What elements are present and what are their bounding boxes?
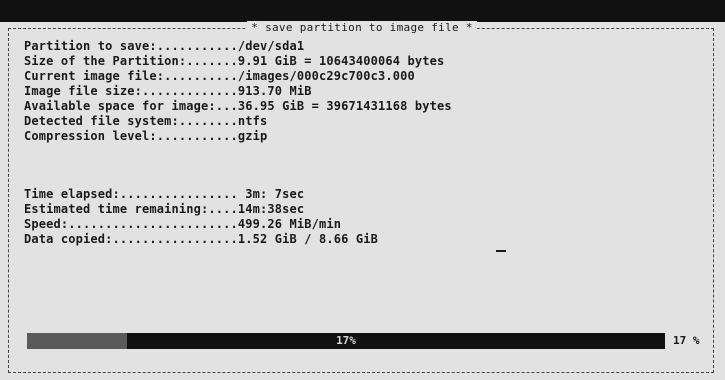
- stat-value: 3m: 7sec: [237, 187, 305, 201]
- info-line-image-file: Current image file:........../images/000…: [24, 69, 452, 84]
- stat-value: 499.26 MiB/min: [237, 217, 342, 231]
- info-value: 913.70 MiB: [237, 84, 312, 98]
- info-value: gzip: [237, 129, 268, 143]
- stat-label: Data copied:.................: [24, 232, 238, 246]
- info-line-file-system: Detected file system:........ntfs: [24, 114, 452, 129]
- info-value: 36.95 GiB = 39671431168 bytes: [237, 99, 452, 113]
- stat-label: Estimated time remaining:....: [24, 202, 238, 216]
- info-value: 9.91 GiB = 10643400064 bytes: [237, 54, 445, 68]
- info-value: /images/000c29c700c3.000: [237, 69, 415, 83]
- info-line-size: Size of the Partition:.......9.91 GiB = …: [24, 54, 452, 69]
- dialog-title-text: * save partition to image file *: [247, 21, 477, 34]
- top-bar: [0, 0, 725, 22]
- info-label: Current image file:..........: [24, 69, 238, 83]
- stat-line-speed: Speed:.......................499.26 MiB/…: [24, 217, 378, 232]
- stat-label: Speed:.......................: [24, 217, 238, 231]
- save-partition-dialog: * save partition to image file * Partiti…: [8, 21, 714, 373]
- progress-percent-text: 17 %: [673, 334, 700, 347]
- info-label: Available space for image:...: [24, 99, 238, 113]
- info-label: Image file size:.............: [24, 84, 238, 98]
- progress-stats-list: Time elapsed:................ 3m: 7sec E…: [24, 187, 378, 247]
- stat-value: 14m:38sec: [237, 202, 305, 216]
- stat-line-data-copied: Data copied:.................1.52 GiB / …: [24, 232, 378, 247]
- stat-label: Time elapsed:................: [24, 187, 238, 201]
- info-line-partition: Partition to save:.........../dev/sda1: [24, 39, 452, 54]
- progress-bar: 17%: [27, 333, 665, 349]
- info-line-available-space: Available space for image:...36.95 GiB =…: [24, 99, 452, 114]
- stat-value: 1.52 GiB / 8.66 GiB: [237, 232, 378, 246]
- stat-line-time-remaining: Estimated time remaining:....14m:38sec: [24, 202, 378, 217]
- info-value: /dev/sda1: [237, 39, 305, 53]
- info-value: ntfs: [237, 114, 268, 128]
- info-line-compression: Compression level:...........gzip: [24, 129, 452, 144]
- info-line-image-size: Image file size:.............913.70 MiB: [24, 84, 452, 99]
- text-cursor: [496, 250, 506, 252]
- info-label: Compression level:...........: [24, 129, 238, 143]
- stat-line-time-elapsed: Time elapsed:................ 3m: 7sec: [24, 187, 378, 202]
- dialog-title: * save partition to image file *: [9, 21, 715, 35]
- info-label: Partition to save:...........: [24, 39, 238, 53]
- terminal-screen: * save partition to image file * Partiti…: [0, 0, 725, 380]
- info-label: Detected file system:........: [24, 114, 238, 128]
- progress-bar-label: 17%: [336, 334, 356, 347]
- info-label: Size of the Partition:.......: [24, 54, 238, 68]
- partition-info-list: Partition to save:.........../dev/sda1 S…: [24, 39, 452, 144]
